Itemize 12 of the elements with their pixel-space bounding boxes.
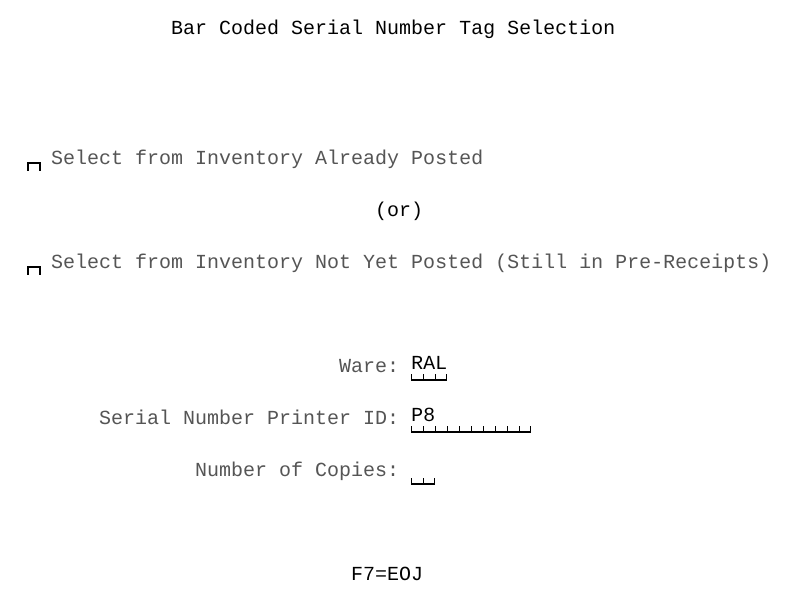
field-label: Serial Number Printer ID: (98, 407, 400, 433)
field-label: Ware: (338, 355, 400, 381)
screen-title: Bar Coded Serial Number Tag Selection (171, 17, 616, 43)
field-label: Number of Copies: (194, 459, 400, 485)
input-field[interactable]: RAL (411, 355, 448, 381)
checkbox[interactable] (27, 265, 41, 275)
option-label: Select from Inventory Already Posted (51, 147, 484, 173)
function-key-hint: F7=EOJ (351, 563, 424, 589)
option-label: Select from Inventory Not Yet Posted (Still in Pre-Receipts) (51, 251, 772, 277)
input-field[interactable]: P8 (411, 407, 532, 433)
checkbox[interactable] (27, 161, 41, 171)
separator-text: (or) (375, 199, 424, 225)
